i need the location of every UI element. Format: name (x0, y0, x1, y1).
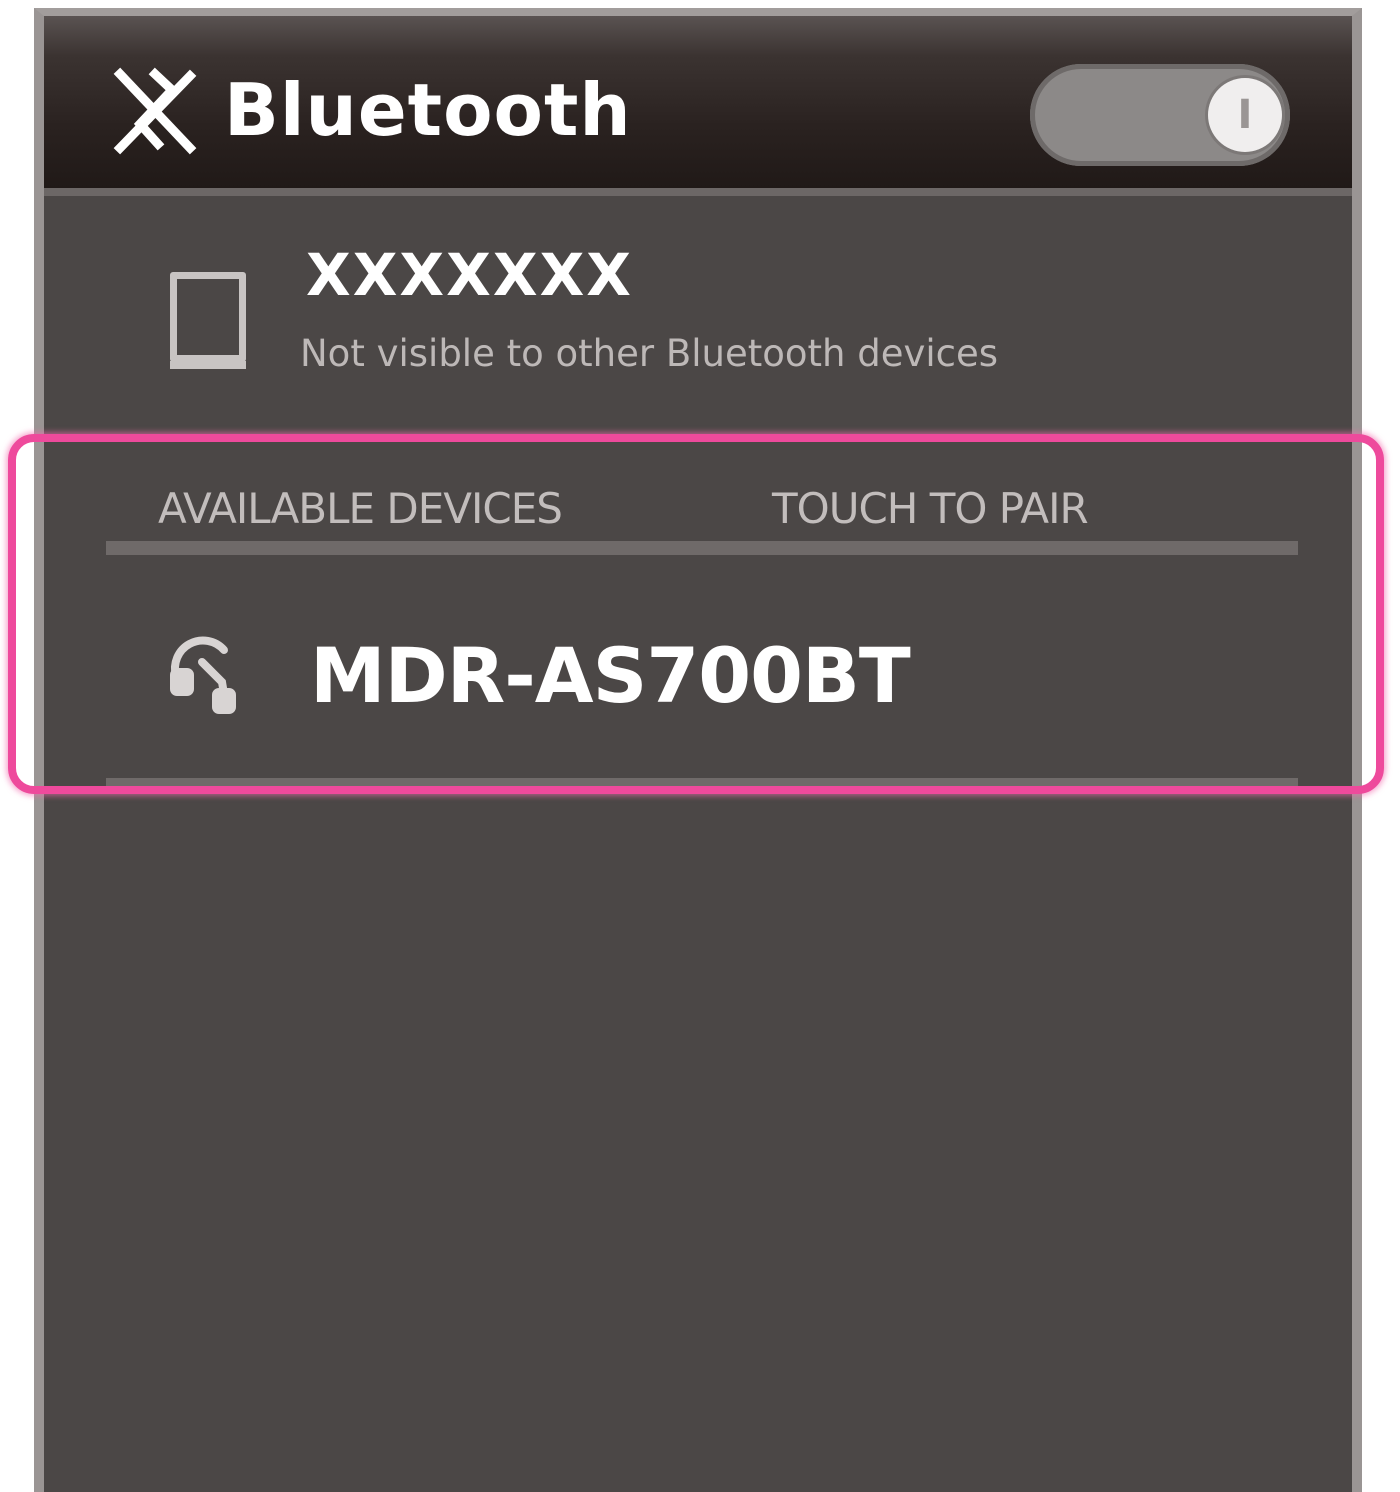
available-devices-label: AVAILABLE DEVICES (158, 484, 563, 533)
touch-to-pair-label: TOUCH TO PAIR (772, 484, 1089, 533)
page-title: Bluetooth (224, 68, 632, 152)
toggle-knob[interactable]: I (1208, 78, 1282, 152)
toggle-knob-label: I (1237, 92, 1253, 138)
list-divider (106, 778, 1298, 792)
header-bar: Bluetooth I (44, 16, 1352, 196)
this-device-row[interactable]: XXXXXXX Not visible to other Bluetooth d… (44, 204, 1352, 444)
phone-icon (170, 272, 246, 369)
visibility-status: Not visible to other Bluetooth devices (300, 332, 999, 375)
bluetooth-icon (113, 67, 197, 155)
this-device-name: XXXXXXX (306, 241, 634, 309)
bluetooth-settings-screen: Bluetooth I XXXXXXX Not visible to other… (34, 8, 1362, 1492)
bluetooth-toggle[interactable]: I (1030, 64, 1290, 166)
device-name-label: MDR-AS700BT (310, 631, 911, 720)
list-item-available-device[interactable]: MDR-AS700BT (44, 566, 1352, 776)
headphones-icon (170, 636, 236, 714)
available-devices-header: AVAILABLE DEVICES TOUCH TO PAIR (44, 471, 1352, 541)
section-divider (106, 541, 1298, 555)
